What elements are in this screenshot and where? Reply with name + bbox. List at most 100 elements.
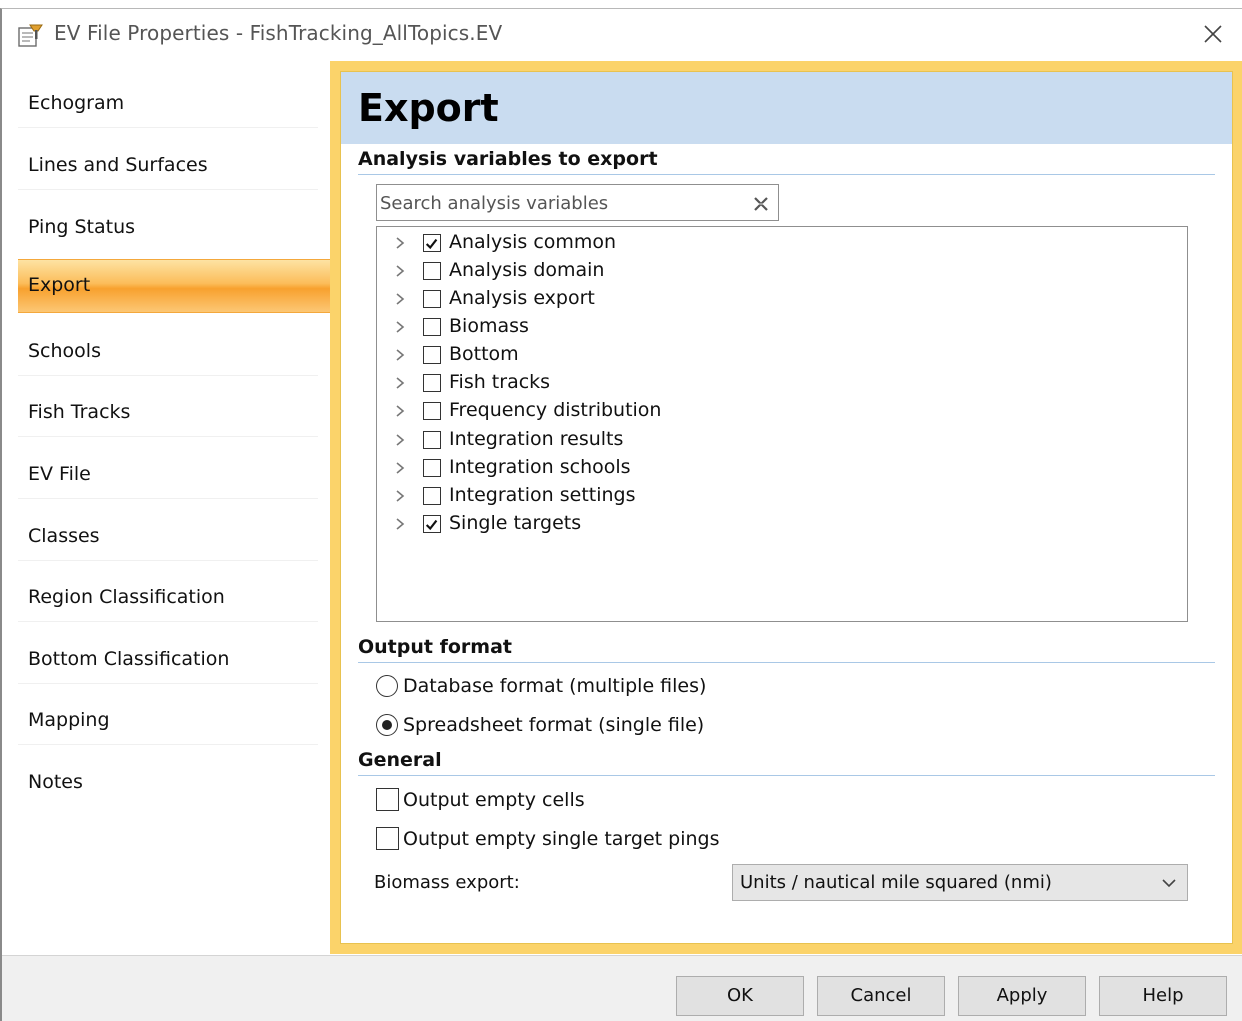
chevron-right-icon[interactable] bbox=[393, 319, 407, 335]
chevron-right-icon[interactable] bbox=[393, 347, 407, 363]
checkbox[interactable] bbox=[423, 290, 441, 308]
search-field[interactable] bbox=[376, 184, 779, 221]
close-icon[interactable] bbox=[1198, 19, 1228, 49]
sidebar-item-ping-status[interactable]: Ping Status bbox=[18, 197, 330, 251]
biomass-export-label: Biomass export: bbox=[374, 872, 520, 893]
sidebar-item-echogram[interactable]: Echogram bbox=[18, 73, 330, 127]
database-format-radio[interactable] bbox=[376, 675, 398, 697]
tree-item[interactable]: Fish tracks bbox=[377, 369, 1187, 397]
spreadsheet-format-radio[interactable] bbox=[376, 714, 398, 736]
tree-item-label: Biomass bbox=[449, 315, 529, 337]
help-button[interactable]: Help bbox=[1099, 976, 1227, 1016]
panel-header: Export bbox=[341, 72, 1232, 144]
tree-item[interactable]: Analysis common bbox=[377, 229, 1187, 257]
checkmark-icon bbox=[425, 238, 438, 250]
tree-item[interactable]: Integration results bbox=[377, 426, 1187, 454]
ok-button[interactable]: OK bbox=[676, 976, 804, 1016]
dialog-window: EV File Properties - FishTracking_AllTop… bbox=[0, 8, 1242, 1021]
tree-item-label: Integration schools bbox=[449, 456, 631, 478]
clear-search-icon[interactable] bbox=[752, 195, 770, 213]
sidebar-item-label: Schools bbox=[28, 340, 101, 362]
tree-item[interactable]: Analysis domain bbox=[377, 257, 1187, 285]
sidebar-item-label: Classes bbox=[28, 525, 100, 547]
tree-item[interactable]: Integration settings bbox=[377, 482, 1187, 510]
output-empty-cells-label: Output empty cells bbox=[403, 789, 585, 811]
tree-item[interactable]: Single targets bbox=[377, 510, 1187, 538]
chevron-right-icon[interactable] bbox=[393, 516, 407, 532]
tree-item[interactable]: Bottom bbox=[377, 341, 1187, 369]
tree-item-label: Analysis domain bbox=[449, 259, 605, 281]
chevron-right-icon[interactable] bbox=[393, 460, 407, 476]
tree-item[interactable]: Integration schools bbox=[377, 454, 1187, 482]
biomass-export-select[interactable]: Units / nautical mile squared (nmi) bbox=[732, 864, 1188, 901]
sidebar-item-label: EV File bbox=[28, 463, 91, 485]
sidebar-item-region-classification[interactable]: Region Classification bbox=[18, 567, 330, 621]
divider bbox=[18, 683, 318, 684]
checkbox[interactable] bbox=[423, 346, 441, 364]
biomass-export-value: Units / nautical mile squared (nmi) bbox=[740, 872, 1052, 893]
chevron-down-icon bbox=[1162, 879, 1176, 888]
divider bbox=[358, 174, 1215, 175]
divider bbox=[18, 189, 318, 190]
sidebar-item-label: Lines and Surfaces bbox=[28, 154, 208, 176]
output-empty-cells-checkbox[interactable] bbox=[376, 788, 399, 811]
sidebar-item-schools[interactable]: Schools bbox=[18, 321, 330, 375]
checkbox[interactable] bbox=[423, 374, 441, 392]
checkbox[interactable] bbox=[423, 234, 441, 252]
checkbox[interactable] bbox=[423, 487, 441, 505]
analysis-variables-tree: Analysis common Analysis domain Analysis… bbox=[376, 226, 1188, 622]
tree-item[interactable]: Frequency distribution bbox=[377, 397, 1187, 425]
tree-item-label: Single targets bbox=[449, 512, 582, 534]
dialog-footer: OK Cancel Apply Help bbox=[2, 955, 1242, 1021]
checkmark-icon bbox=[425, 519, 438, 531]
sidebar-item-label: Mapping bbox=[28, 709, 110, 731]
divider bbox=[18, 375, 318, 376]
divider bbox=[18, 744, 318, 745]
sidebar-item-classes[interactable]: Classes bbox=[18, 506, 330, 560]
title-bar[interactable]: EV File Properties - FishTracking_AllTop… bbox=[2, 9, 1242, 59]
divider bbox=[18, 127, 318, 128]
sidebar-item-fish-tracks[interactable]: Fish Tracks bbox=[18, 382, 330, 436]
tree-item[interactable]: Biomass bbox=[377, 313, 1187, 341]
checkbox[interactable] bbox=[423, 515, 441, 533]
output-empty-single-target-pings-checkbox[interactable] bbox=[376, 827, 399, 850]
chevron-right-icon[interactable] bbox=[393, 291, 407, 307]
sidebar-item-ev-file[interactable]: EV File bbox=[18, 444, 330, 498]
checkbox[interactable] bbox=[423, 262, 441, 280]
sidebar-item-lines-and-surfaces[interactable]: Lines and Surfaces bbox=[18, 135, 330, 189]
chevron-right-icon[interactable] bbox=[393, 375, 407, 391]
sidebar-item-export[interactable]: Export bbox=[18, 259, 340, 313]
page-title: Export bbox=[358, 86, 499, 130]
chevron-right-icon[interactable] bbox=[393, 263, 407, 279]
sidebar-item-bottom-classification[interactable]: Bottom Classification bbox=[18, 629, 330, 683]
chevron-right-icon[interactable] bbox=[393, 403, 407, 419]
checkbox[interactable] bbox=[423, 402, 441, 420]
tree-item-label: Frequency distribution bbox=[449, 399, 662, 421]
sidebar-item-label: Echogram bbox=[28, 92, 125, 114]
tree-item[interactable]: Analysis export bbox=[377, 285, 1187, 313]
tree-item-label: Integration settings bbox=[449, 484, 636, 506]
checkbox[interactable] bbox=[423, 318, 441, 336]
divider bbox=[358, 775, 1215, 776]
chevron-right-icon[interactable] bbox=[393, 488, 407, 504]
sidebar-item-label: Fish Tracks bbox=[28, 401, 131, 423]
sidebar-item-notes[interactable]: Notes bbox=[18, 752, 330, 806]
chevron-right-icon[interactable] bbox=[393, 432, 407, 448]
tree-item-label: Bottom bbox=[449, 343, 519, 365]
export-panel: Export Analysis variables to export Anal… bbox=[340, 71, 1233, 944]
spreadsheet-format-label: Spreadsheet format (single file) bbox=[403, 714, 705, 736]
sidebar-item-label: Export bbox=[28, 274, 91, 296]
sidebar-item-label: Ping Status bbox=[28, 216, 136, 238]
apply-button[interactable]: Apply bbox=[958, 976, 1086, 1016]
window-title: EV File Properties - FishTracking_AllTop… bbox=[54, 21, 503, 45]
tree-item-label: Fish tracks bbox=[449, 371, 551, 393]
sidebar-item-mapping[interactable]: Mapping bbox=[18, 690, 330, 744]
cancel-button[interactable]: Cancel bbox=[817, 976, 945, 1016]
database-format-label: Database format (multiple files) bbox=[403, 675, 707, 697]
search-input[interactable] bbox=[380, 190, 740, 216]
tree-item-label: Integration results bbox=[449, 428, 624, 450]
checkbox[interactable] bbox=[423, 431, 441, 449]
chevron-right-icon[interactable] bbox=[393, 235, 407, 251]
output-format-section-title: Output format bbox=[358, 636, 512, 658]
checkbox[interactable] bbox=[423, 459, 441, 477]
